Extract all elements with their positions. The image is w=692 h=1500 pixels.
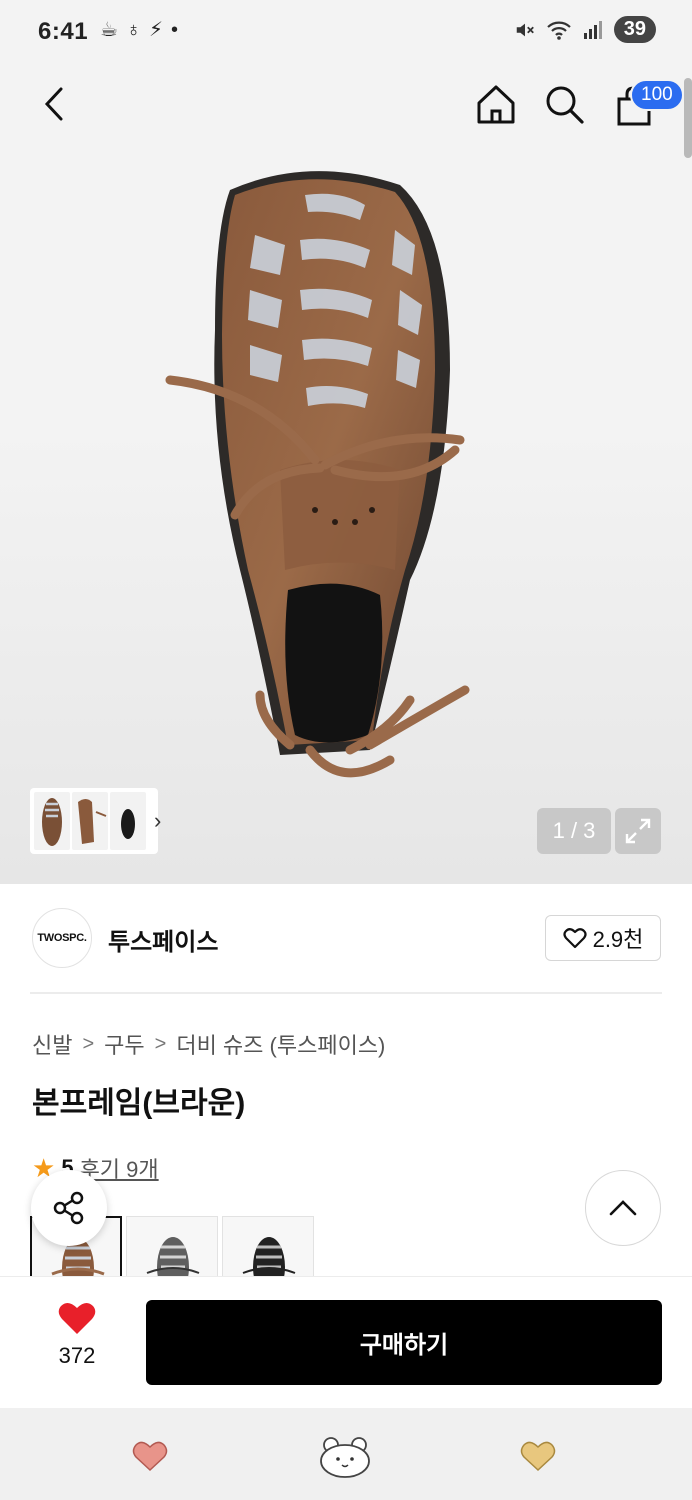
status-bar: 6:41 ☕ ♁ ⚡ • 39 [0, 0, 692, 64]
heart-pink-icon [132, 1441, 168, 1472]
back-button[interactable] [30, 80, 78, 128]
home-icon [477, 85, 515, 124]
brand-like-button[interactable]: 2.9천 [545, 915, 661, 961]
thumbnail-1[interactable] [34, 792, 70, 850]
wifi-icon [546, 21, 571, 40]
brand-like-count: 2.9천 [592, 927, 644, 952]
buy-button[interactable]: 구매하기 [146, 1300, 662, 1385]
breadcrumb-item-1[interactable]: 신발 [32, 1028, 72, 1060]
scrollbar[interactable] [684, 78, 692, 158]
heart-yellow-icon [520, 1441, 556, 1472]
scroll-top-button[interactable] [585, 1170, 661, 1246]
heart-outline-icon [562, 928, 587, 949]
share-icon [53, 1191, 84, 1225]
search-button[interactable] [540, 80, 588, 128]
divider [30, 992, 662, 994]
bolt-icon: ⚡ [148, 19, 163, 41]
nav-heart-pink[interactable] [126, 1432, 174, 1480]
chevron-up-icon [609, 1200, 637, 1216]
mute-icon [516, 23, 534, 36]
product-image[interactable] [110, 150, 490, 790]
dot-icon: • [170, 19, 178, 41]
breadcrumb-separator: > [154, 1032, 167, 1055]
breadcrumb-item-2[interactable]: 구두 [104, 1028, 144, 1060]
expand-button[interactable] [615, 808, 661, 854]
back-arrow-icon [44, 87, 63, 121]
share-button[interactable] [31, 1170, 107, 1246]
breadcrumb-item-3[interactable]: 더비 슈즈 (투스페이스) [176, 1028, 385, 1060]
variant-black[interactable] [222, 1216, 314, 1278]
chevron-right-icon[interactable]: › [154, 808, 161, 834]
home-button[interactable] [472, 80, 520, 128]
variant-gray[interactable] [126, 1216, 218, 1278]
brand-logo[interactable]: TWOSPC. [32, 908, 92, 968]
heart-icon [58, 1302, 96, 1334]
nav-bear[interactable] [316, 1432, 374, 1480]
brand-name[interactable]: 투스페이스 [108, 922, 218, 957]
thumbnail-3[interactable] [110, 792, 146, 850]
expand-icon [625, 818, 651, 844]
top-navigation [0, 64, 692, 144]
breadcrumb-separator: > [82, 1032, 95, 1055]
page-counter: 1 / 3 [537, 808, 611, 854]
breadcrumb: 신발 > 구두 > 더비 슈즈 (투스페이스) [32, 1028, 385, 1060]
bear-icon [320, 1437, 370, 1478]
status-system-icons: 39 [514, 16, 656, 43]
product-title: 본프레임(브라운) [32, 1087, 246, 1120]
signal-icon [583, 20, 602, 39]
status-time: 6:41 [38, 18, 89, 45]
thumbnail-2[interactable] [72, 792, 108, 850]
product-like-button[interactable]: 372 [40, 1300, 114, 1369]
cart-count-badge: 100 [630, 79, 684, 111]
status-notification-icons: ☕ ♁ ⚡ • [100, 16, 178, 44]
nav-heart-yellow[interactable] [514, 1432, 562, 1480]
notification-icon: ♁ [125, 19, 141, 41]
coffee-icon: ☕ [100, 19, 118, 41]
search-icon [546, 86, 584, 124]
product-like-count: 372 [58, 1343, 96, 1368]
thumbnail-strip[interactable]: › [30, 788, 161, 854]
battery-indicator: 39 [613, 16, 656, 43]
